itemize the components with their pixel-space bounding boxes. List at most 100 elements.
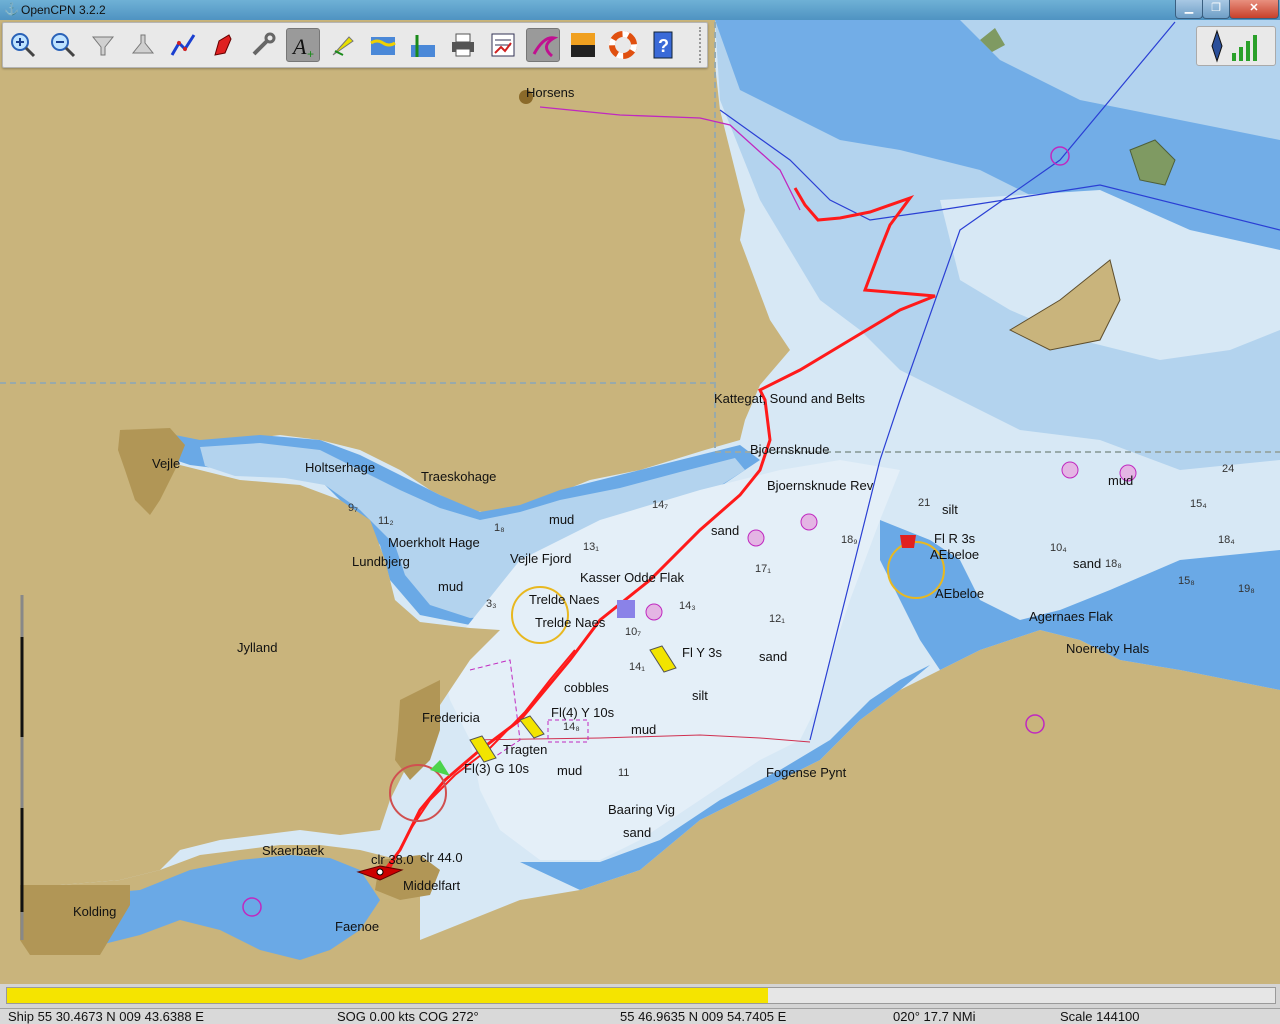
- clearance-label: clr 44.0: [420, 850, 463, 865]
- text-toggle-icon: A +: [291, 34, 314, 60]
- place-label: Traeskohage: [421, 469, 497, 484]
- tide-button[interactable]: [366, 28, 400, 62]
- depth-sounding: 24: [1222, 463, 1235, 475]
- maximize-button[interactable]: ❐: [1202, 0, 1230, 19]
- print-button[interactable]: [446, 28, 480, 62]
- depth-sounding: 11₂: [378, 515, 394, 527]
- chart-canvas[interactable]: Horsens Kattegat, Sound and Belts Bjoern…: [0, 20, 1280, 985]
- bearing-distance: 020° 17.7 NMi: [893, 1009, 976, 1024]
- scale-out-button[interactable]: [126, 28, 160, 62]
- opencpn-window: ⚓ OpenCPN 3.2.2 ▁ ❐ ✕ Horsens Kattegat, …: [0, 0, 1280, 1024]
- man-overboard-icon: [609, 31, 637, 59]
- depth-sounding: 18₈: [1105, 558, 1122, 570]
- depth-sounding: 18₉: [841, 534, 858, 546]
- opencpn-app-icon: ⚓: [4, 2, 19, 16]
- seabed-label: silt: [942, 502, 958, 517]
- zoom-in-button[interactable]: [6, 28, 40, 62]
- track-icon: [532, 36, 558, 58]
- color-scheme-icon: [571, 33, 595, 57]
- light-label: Fl(4) Y 10s: [551, 705, 615, 720]
- zoom-out-button[interactable]: [46, 28, 80, 62]
- place-label: Moerkholt Hage: [388, 535, 480, 550]
- depth-sounding: 14₃: [679, 600, 696, 612]
- cursor-position: 55 46.9635 N 009 54.7405 E: [620, 1009, 787, 1024]
- seabed-label: sand: [759, 649, 788, 664]
- text-toggle-button[interactable]: A +: [286, 28, 320, 62]
- zoom-out-icon: [51, 33, 76, 58]
- scale-out-icon: [131, 34, 155, 54]
- tide-level-icon: [411, 35, 435, 57]
- wrench-icon: [252, 32, 276, 56]
- toolbar-grip[interactable]: [699, 27, 707, 63]
- color-scheme-button[interactable]: [566, 28, 600, 62]
- place-label: Horsens: [526, 85, 575, 100]
- depth-sounding: 15₈: [1178, 575, 1195, 587]
- follow-ship-button[interactable]: [206, 28, 240, 62]
- svg-text:?: ?: [658, 36, 669, 56]
- place-label: Tragten: [503, 742, 548, 757]
- current-icon: [332, 36, 354, 56]
- place-label: Vejle Fjord: [510, 551, 572, 566]
- place-label: Noerreby Hals: [1066, 641, 1150, 656]
- region-label: Jylland: [237, 640, 278, 655]
- progress-fill: [7, 988, 768, 1003]
- help-button[interactable]: ?: [646, 28, 680, 62]
- depth-sounding: 12₁: [769, 613, 785, 625]
- place-label: AEbeloe: [930, 547, 980, 562]
- window-title: OpenCPN 3.2.2: [21, 3, 106, 17]
- place-label: Bjoernsknude: [750, 442, 830, 457]
- seabed-label: sand: [1073, 556, 1102, 571]
- chart-load-progress: [6, 987, 1276, 1004]
- route-manager-icon: [491, 33, 515, 57]
- svg-text:+: +: [307, 47, 314, 60]
- light-label: Fl Y 3s: [682, 645, 722, 660]
- svg-text:A: A: [291, 34, 307, 59]
- title-bar: ⚓ OpenCPN 3.2.2 ▁ ❐ ✕: [0, 0, 1280, 20]
- chart-scale: Scale 144100: [1060, 1009, 1140, 1024]
- close-button[interactable]: ✕: [1229, 0, 1279, 19]
- depth-sounding: 15₄: [1190, 498, 1207, 510]
- place-label: Fredericia: [422, 710, 480, 725]
- seabed-label: cobbles: [564, 680, 609, 695]
- place-label: Lundbjerg: [352, 554, 410, 569]
- place-label: Holtserhage: [305, 460, 376, 475]
- compass-gps-widget[interactable]: [1196, 26, 1276, 66]
- route-manager-button[interactable]: [486, 28, 520, 62]
- print-icon: [452, 33, 474, 57]
- depth-sounding: 18₄: [1218, 534, 1235, 546]
- depth-sounding: 14₁: [629, 661, 645, 673]
- seabed-label: mud: [631, 722, 657, 737]
- seabed-label: mud: [549, 512, 575, 527]
- place-label: AEbeloe: [935, 586, 985, 601]
- settings-button[interactable]: [246, 28, 280, 62]
- track-button[interactable]: [526, 28, 560, 62]
- seabed-label: sand: [711, 523, 740, 538]
- create-route-button[interactable]: [166, 28, 200, 62]
- chart-name-label: Kattegat, Sound and Belts: [714, 391, 866, 406]
- depth-sounding: 14₇: [652, 499, 669, 511]
- place-label: Middelfart: [403, 878, 461, 893]
- current-button[interactable]: [326, 28, 360, 62]
- depth-sounding: 17₁: [755, 563, 771, 575]
- tide-icon: [370, 37, 396, 55]
- minimize-button[interactable]: ▁: [1175, 0, 1203, 19]
- compass-icon: [1211, 29, 1257, 63]
- depth-sounding: 9₇: [348, 502, 358, 514]
- place-label: Vejle: [152, 456, 181, 471]
- tide-level-button[interactable]: [406, 28, 440, 62]
- scale-in-button[interactable]: [86, 28, 120, 62]
- place-label: Kolding: [73, 904, 117, 919]
- place-label: Baaring Vig: [608, 802, 675, 817]
- ship-position: Ship 55 30.4673 N 009 43.6388 E: [8, 1009, 204, 1024]
- sog-cog: SOG 0.00 kts COG 272°: [337, 1009, 479, 1024]
- light-label: Trelde Naes: [529, 592, 600, 607]
- man-overboard-button[interactable]: [606, 28, 640, 62]
- seabed-label: mud: [1108, 473, 1134, 488]
- seabed-label: sand: [623, 825, 652, 840]
- status-bar: Ship 55 30.4673 N 009 43.6388 E SOG 0.00…: [0, 1008, 1280, 1024]
- depth-sounding: 10₇: [625, 626, 642, 638]
- depth-sounding: 1₈: [494, 522, 505, 534]
- seabed-label: silt: [692, 688, 708, 703]
- depth-sounding: 11: [618, 767, 630, 779]
- ship-follow-icon: [214, 34, 232, 56]
